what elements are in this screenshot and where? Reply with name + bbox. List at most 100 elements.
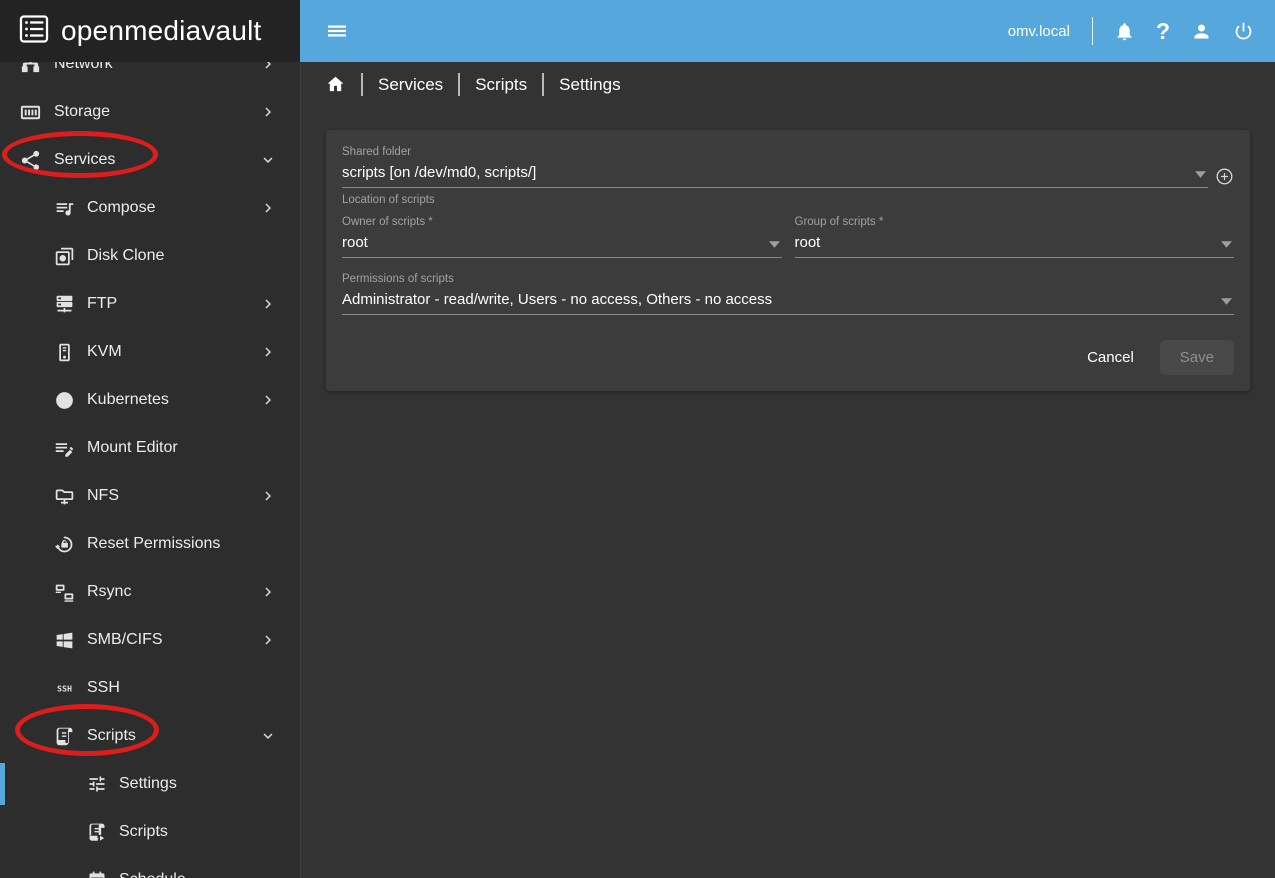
menu-icon bbox=[328, 25, 346, 37]
group-label: Group of scripts * bbox=[794, 216, 884, 228]
sidebar-item-rsync[interactable]: Rsync bbox=[0, 568, 300, 616]
sidebar-item-label: SMB/CIFS bbox=[87, 631, 163, 648]
shared-folder-select[interactable]: scripts [on /dev/md0, scripts/] bbox=[342, 164, 1208, 188]
chevron-down-icon bbox=[259, 727, 277, 745]
notifications-button[interactable] bbox=[1114, 21, 1135, 42]
computer-sync-icon bbox=[54, 582, 75, 603]
sidebar-item-reset-permissions[interactable]: Reset Permissions bbox=[0, 520, 300, 568]
sidebar-item-ssh[interactable]: SSH SSH bbox=[0, 664, 300, 712]
chevron-right-icon bbox=[259, 295, 277, 313]
help-icon: ? bbox=[1155, 17, 1170, 44]
sidebar-item-label: NFS bbox=[87, 487, 119, 504]
owner-select[interactable]: root bbox=[342, 234, 782, 258]
sidebar-item-label: FTP bbox=[87, 295, 118, 312]
chevron-right-icon bbox=[259, 583, 277, 601]
chevron-down-icon bbox=[259, 151, 277, 169]
sidebar-item-label: Settings bbox=[119, 775, 177, 792]
sidebar-item-nfs[interactable]: NFS bbox=[0, 472, 300, 520]
plus-circle-icon bbox=[1216, 168, 1233, 185]
sidebar-item-label: Mount Editor bbox=[87, 439, 178, 456]
script-icon bbox=[54, 726, 75, 747]
breadcrumb-separator bbox=[458, 73, 461, 96]
script-play-icon bbox=[87, 822, 107, 842]
server-tower-icon bbox=[54, 342, 75, 363]
chevron-right-icon bbox=[259, 391, 277, 409]
dropdown-caret-icon bbox=[1221, 298, 1232, 305]
sidebar-item-label: Compose bbox=[87, 199, 156, 216]
sidebar-item-storage[interactable]: Storage bbox=[0, 88, 300, 136]
lock-reset-icon bbox=[54, 534, 75, 555]
sidebar-item-smb-cifs[interactable]: SMB/CIFS bbox=[0, 616, 300, 664]
person-icon bbox=[1194, 24, 1209, 38]
chevron-right-icon bbox=[259, 487, 277, 505]
sidebar-item-scripts[interactable]: Scripts bbox=[0, 712, 300, 760]
lan-icon bbox=[19, 62, 42, 76]
helm-wheel-icon bbox=[54, 390, 75, 411]
tune-icon bbox=[87, 774, 107, 794]
menu-toggle-button[interactable] bbox=[325, 19, 349, 43]
dropdown-caret-icon bbox=[1195, 171, 1206, 178]
bell-icon bbox=[1117, 22, 1132, 40]
breadcrumb-item-settings[interactable]: Settings bbox=[559, 75, 620, 95]
help-button[interactable]: ? bbox=[1155, 17, 1170, 44]
sidebar-item-scripts-scripts[interactable]: Scripts bbox=[0, 808, 300, 856]
dropdown-caret-icon bbox=[768, 241, 780, 248]
breadcrumb-item-scripts[interactable]: Scripts bbox=[475, 75, 527, 95]
owner-label: Owner of scripts * bbox=[342, 216, 433, 228]
share-variant-icon bbox=[19, 149, 42, 172]
sidebar-item-label: Scripts bbox=[119, 823, 168, 840]
shared-folder-hint: Location of scripts bbox=[342, 194, 435, 206]
save-button[interactable]: Save bbox=[1159, 340, 1234, 375]
windows-icon bbox=[54, 630, 75, 651]
sidebar-item-label: Kubernetes bbox=[87, 391, 169, 408]
topbar-divider bbox=[1091, 17, 1093, 45]
sidebar-item-label: Network bbox=[54, 62, 113, 72]
owner-field: Owner of scripts * root bbox=[342, 216, 782, 258]
sidebar: openmediavault Network Storage Services … bbox=[0, 0, 300, 878]
sidebar-item-network[interactable]: Network bbox=[0, 62, 300, 88]
sidebar-item-services[interactable]: Services bbox=[0, 136, 300, 184]
server-network-icon bbox=[54, 294, 75, 315]
sidebar-item-label: Scripts bbox=[87, 727, 136, 744]
brand-title: openmediavault bbox=[61, 15, 262, 46]
home-icon bbox=[327, 76, 344, 92]
permissions-select[interactable]: Administrator - read/write, Users - no a… bbox=[342, 291, 1234, 315]
sidebar-item-label: Rsync bbox=[87, 583, 132, 600]
sidebar-item-label: KVM bbox=[87, 343, 122, 360]
home-breadcrumb-link[interactable] bbox=[325, 74, 346, 95]
brand-header[interactable]: openmediavault bbox=[0, 0, 300, 62]
sidebar-item-label: Services bbox=[54, 151, 116, 168]
sidebar-item-ftp[interactable]: FTP bbox=[0, 280, 300, 328]
group-select[interactable]: root bbox=[794, 234, 1234, 258]
sidebar-item-kvm[interactable]: KVM bbox=[0, 328, 300, 376]
sidebar-item-label: Schedule bbox=[119, 871, 186, 878]
sidebar-item-scripts-settings[interactable]: Settings bbox=[0, 760, 300, 808]
shared-folder-label: Shared folder bbox=[342, 146, 412, 158]
cancel-button[interactable]: Cancel bbox=[1073, 341, 1148, 374]
power-icon bbox=[1235, 22, 1252, 39]
topbar: omv.local ? bbox=[300, 0, 1275, 62]
breadcrumb-separator bbox=[361, 73, 363, 96]
permissions-field: Permissions of scripts Administrator - r… bbox=[342, 273, 1234, 315]
sidebar-item-mount-editor[interactable]: Mount Editor bbox=[0, 424, 300, 472]
sidebar-item-disk-clone[interactable]: Disk Clone bbox=[0, 232, 300, 280]
breadcrumb-item-services[interactable]: Services bbox=[378, 75, 443, 95]
chevron-right-icon bbox=[259, 631, 277, 649]
chevron-right-icon bbox=[259, 62, 277, 73]
sidebar-nav: Network Storage Services Compose Disk Cl… bbox=[0, 62, 300, 878]
breadcrumb-separator bbox=[542, 73, 545, 96]
user-menu-button[interactable] bbox=[1191, 21, 1212, 42]
sidebar-item-kubernetes[interactable]: Kubernetes bbox=[0, 376, 300, 424]
main-content: Services Scripts Settings Shared folder … bbox=[300, 62, 1275, 878]
breadcrumb: Services Scripts Settings bbox=[301, 62, 1275, 107]
ssh-icon: SSH bbox=[54, 678, 75, 699]
dropdown-caret-icon bbox=[1221, 241, 1232, 248]
sidebar-item-scripts-schedule[interactable]: Schedule bbox=[0, 856, 300, 878]
sidebar-item-label: SSH bbox=[87, 679, 120, 696]
permissions-label: Permissions of scripts bbox=[342, 273, 454, 285]
settings-form-card: Shared folder scripts [on /dev/md0, scri… bbox=[326, 130, 1250, 391]
folder-network-icon bbox=[54, 486, 75, 507]
power-button[interactable] bbox=[1233, 21, 1254, 42]
sidebar-item-compose[interactable]: Compose bbox=[0, 184, 300, 232]
add-shared-folder-button[interactable] bbox=[1215, 167, 1234, 186]
